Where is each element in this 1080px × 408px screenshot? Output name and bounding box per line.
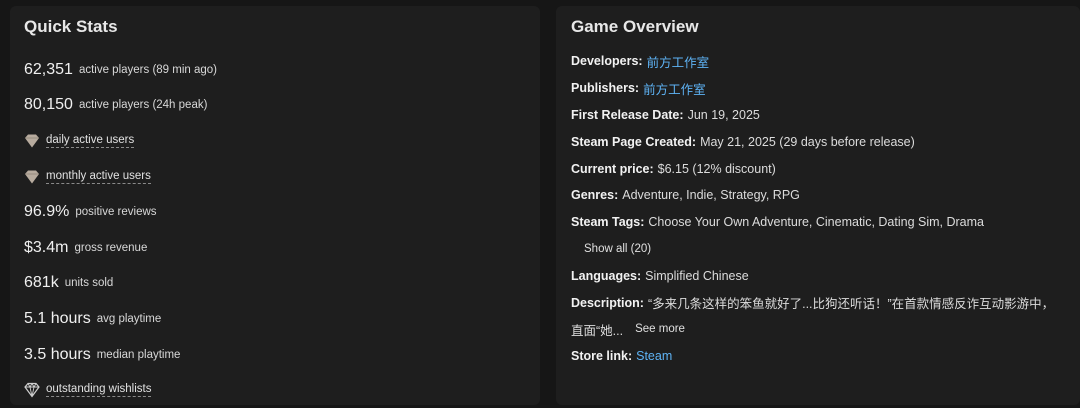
gem-icon: [24, 382, 40, 398]
store-link-label: Store link:: [571, 349, 633, 364]
description-row: Description: “多来几条这样的笨鱼就好了...比狗还听话！”在首款情…: [571, 289, 1080, 316]
overview-list: Developers: 前方工作室 Publishers: 前方工作室 Firs…: [571, 48, 1080, 370]
app-root: Quick Stats 62,351 active players (89 mi…: [0, 0, 1080, 405]
game-overview-title: Game Overview: [571, 17, 699, 36]
stat-value: $3.4m: [24, 238, 69, 256]
stat-label: median playtime: [96, 348, 181, 361]
page-created-label: Steam Page Created:: [571, 134, 697, 149]
tags-value: Choose Your Own Adventure, Cinematic, Da…: [648, 215, 984, 230]
languages-label: Languages:: [571, 268, 642, 283]
stat-value: 80,150: [24, 96, 73, 114]
release-date-row: First Release Date: Jun 19, 2025: [571, 102, 1080, 129]
publishers-row: Publishers: 前方工作室: [571, 75, 1080, 102]
stat-value: 96.9%: [24, 203, 70, 221]
stat-label: active players (89 min ago): [78, 63, 217, 76]
see-more-button[interactable]: See more: [635, 323, 685, 335]
genres-label: Genres:: [571, 188, 619, 203]
quick-stats-panel: Quick Stats 62,351 active players (89 mi…: [10, 6, 540, 405]
stat-label-link[interactable]: monthly active users: [46, 170, 151, 184]
stats-list: 62,351 active players (89 min ago) 80,15…: [24, 52, 540, 408]
release-date-value: Jun 19, 2025: [687, 107, 760, 122]
developers-link[interactable]: 前方工作室: [647, 52, 710, 71]
quick-stats-title: Quick Stats: [24, 17, 118, 36]
stat-label: active players (24h peak): [78, 99, 208, 112]
store-link[interactable]: Steam: [636, 349, 672, 363]
genres-value: Adventure, Indie, Strategy, RPG: [622, 188, 800, 203]
stat-gross-revenue: $3.4m gross revenue: [24, 230, 540, 266]
stat-median-playtime: 3.5 hours median playtime: [24, 337, 540, 373]
publishers-link[interactable]: 前方工作室: [643, 79, 706, 98]
stat-monthly-active-users[interactable]: monthly active users: [24, 159, 540, 195]
price-row: Current price: $6.15 (12% discount): [571, 155, 1080, 182]
stat-label-link[interactable]: daily active users: [46, 134, 135, 148]
description-text-continued: 直面“她...: [571, 323, 624, 338]
developers-row: Developers: 前方工作室: [571, 48, 1080, 75]
languages-value: Simplified Chinese: [645, 268, 749, 283]
stat-label: positive reviews: [75, 206, 157, 219]
publishers-label: Publishers:: [571, 81, 640, 96]
developers-label: Developers:: [571, 54, 643, 69]
stat-outstanding-wishlists[interactable]: outstanding wishlists: [24, 372, 540, 408]
stat-units-sold: 681k units sold: [24, 266, 540, 302]
stat-label: gross revenue: [74, 241, 148, 254]
price-label: Current price:: [571, 161, 654, 176]
diamond-icon: [25, 170, 39, 184]
page-created-value: May 21, 2025 (29 days before release): [700, 134, 915, 149]
stat-value: 62,351: [24, 60, 73, 78]
stat-value: 681k: [24, 274, 59, 292]
store-link-row: Store link: Steam: [571, 343, 1080, 370]
stat-active-players-current: 62,351 active players (89 min ago): [24, 52, 540, 88]
languages-row: Languages: Simplified Chinese: [571, 262, 1080, 289]
stat-daily-active-users[interactable]: daily active users: [24, 123, 540, 159]
price-value: $6.15 (12% discount): [657, 161, 776, 176]
description-text: “多来几条这样的笨鱼就好了...比狗还听话！”在首款情感反诈互动影游中，: [647, 297, 1055, 312]
stat-value: 3.5 hours: [24, 345, 91, 363]
tags-label: Steam Tags:: [571, 215, 645, 230]
diamond-icon: [25, 134, 39, 148]
show-all-tags-button[interactable]: Show all (20): [571, 236, 1080, 263]
tags-row: Steam Tags: Choose Your Own Adventure, C…: [571, 209, 1080, 236]
genres-row: Genres: Adventure, Indie, Strategy, RPG: [571, 182, 1080, 209]
game-overview-panel: Game Overview Developers: 前方工作室 Publishe…: [556, 6, 1080, 405]
release-date-label: First Release Date:: [571, 107, 684, 122]
stat-avg-playtime: 5.1 hours avg playtime: [24, 301, 540, 337]
stat-label-link[interactable]: outstanding wishlists: [46, 383, 152, 398]
description-row-continued: 直面“她... See more: [571, 316, 1080, 343]
description-label: Description:: [571, 295, 644, 310]
page-created-row: Steam Page Created: May 21, 2025 (29 day…: [571, 128, 1080, 155]
stat-value: 5.1 hours: [24, 309, 91, 327]
stat-label: units sold: [64, 277, 114, 290]
stat-positive-reviews: 96.9% positive reviews: [24, 194, 540, 230]
stat-label: avg playtime: [96, 312, 162, 325]
stat-active-players-peak: 80,150 active players (24h peak): [24, 88, 540, 124]
